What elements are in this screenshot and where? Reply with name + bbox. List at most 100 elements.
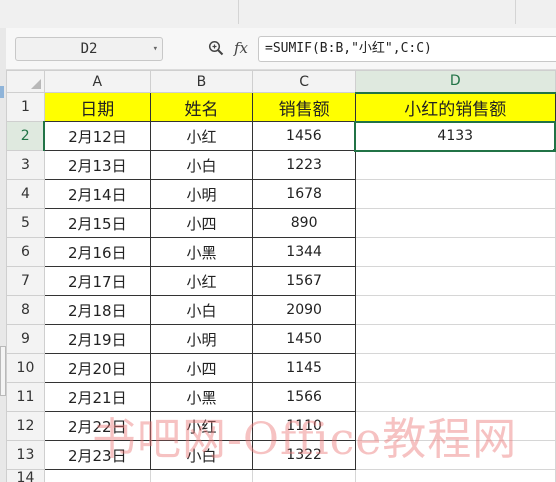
- date-cell[interactable]: 2月21日: [43, 382, 151, 412]
- window-edge-marker: [0, 86, 4, 98]
- sales-cell[interactable]: 1322: [252, 440, 356, 470]
- result-cell[interactable]: 4133: [354, 120, 556, 152]
- header-cell-name[interactable]: 姓名: [149, 92, 254, 122]
- sales-cell[interactable]: 1450: [252, 324, 356, 354]
- table-row: 9 2月19日 小明 1450: [6, 324, 556, 354]
- spreadsheet-grid: A B C D 1 日期 姓名 销售额 小红的销售额 2 2月12日 小红 14…: [6, 70, 556, 482]
- column-header-row: A B C D: [6, 70, 556, 94]
- name-box[interactable]: D2 ▾: [15, 37, 163, 61]
- row-header[interactable]: 12: [6, 411, 45, 441]
- sales-cell[interactable]: 1678: [252, 179, 356, 209]
- row-header[interactable]: 8: [6, 295, 45, 325]
- name-box-value: D2: [80, 41, 98, 57]
- sales-cell[interactable]: 890: [252, 208, 356, 238]
- table-row: 2 2月12日 小红 1456 4133: [6, 120, 556, 152]
- sales-cell[interactable]: 1567: [252, 266, 356, 296]
- table-row: 4 2月14日 小明 1678: [6, 179, 556, 209]
- empty-cell[interactable]: [354, 150, 556, 180]
- sales-cell[interactable]: 1344: [252, 237, 356, 267]
- row-header[interactable]: 3: [6, 150, 45, 180]
- sales-cell[interactable]: 2090: [252, 295, 356, 325]
- date-cell[interactable]: 2月15日: [43, 208, 151, 238]
- row-header[interactable]: 1: [6, 92, 45, 122]
- date-cell[interactable]: 2月16日: [43, 237, 151, 267]
- header-cell-date[interactable]: 日期: [43, 92, 151, 122]
- sales-cell[interactable]: 1456: [252, 121, 356, 151]
- name-cell[interactable]: 小白: [149, 295, 254, 325]
- name-cell[interactable]: 小红: [149, 411, 254, 441]
- table-row: 1 日期 姓名 销售额 小红的销售额: [6, 92, 556, 122]
- date-cell[interactable]: 2月23日: [43, 440, 151, 470]
- table-row: 6 2月16日 小黑 1344: [6, 237, 556, 267]
- empty-cell[interactable]: [354, 266, 556, 296]
- column-header-d[interactable]: D: [354, 70, 556, 94]
- fill-handle[interactable]: [552, 147, 554, 149]
- sales-cell[interactable]: 1566: [252, 382, 356, 412]
- row-header[interactable]: 2: [6, 121, 46, 151]
- empty-cell[interactable]: [354, 208, 556, 238]
- empty-cell[interactable]: [354, 382, 556, 412]
- name-cell[interactable]: 小白: [149, 440, 254, 470]
- empty-cell[interactable]: [354, 179, 556, 209]
- row-header[interactable]: 14: [6, 469, 45, 482]
- name-cell[interactable]: 小红: [149, 266, 254, 296]
- name-cell[interactable]: 小明: [149, 324, 254, 354]
- header-cell-result[interactable]: 小红的销售额: [354, 92, 556, 122]
- empty-cell[interactable]: [354, 324, 556, 354]
- row-header[interactable]: 6: [6, 237, 45, 267]
- column-header-c[interactable]: C: [252, 70, 356, 93]
- empty-cell[interactable]: [354, 440, 556, 470]
- header-cell-sales[interactable]: 销售额: [252, 92, 356, 122]
- toolbar-divider: [238, 0, 239, 24]
- sales-cell[interactable]: 1110: [252, 411, 356, 441]
- date-cell[interactable]: 2月19日: [43, 324, 151, 354]
- name-cell[interactable]: 小黑: [149, 237, 254, 267]
- empty-cell[interactable]: [354, 469, 556, 482]
- date-cell[interactable]: 2月17日: [43, 266, 151, 296]
- row-header[interactable]: 5: [6, 208, 45, 238]
- empty-cell[interactable]: [354, 411, 556, 441]
- name-cell[interactable]: 小白: [149, 150, 254, 180]
- empty-cell[interactable]: [43, 469, 151, 482]
- sales-cell[interactable]: 1145: [252, 353, 356, 383]
- date-cell[interactable]: 2月14日: [43, 179, 151, 209]
- row-header[interactable]: 9: [6, 324, 45, 354]
- date-cell[interactable]: 2月12日: [43, 121, 151, 151]
- date-cell[interactable]: 2月20日: [43, 353, 151, 383]
- name-cell[interactable]: 小明: [149, 179, 254, 209]
- zoom-icon[interactable]: [208, 40, 224, 56]
- row-header[interactable]: 10: [6, 353, 45, 383]
- table-row: 11 2月21日 小黑 1566: [6, 382, 556, 412]
- select-all-corner[interactable]: [6, 70, 45, 93]
- column-header-a[interactable]: A: [43, 70, 151, 93]
- date-cell[interactable]: 2月22日: [43, 411, 151, 441]
- table-row: 14: [6, 469, 556, 482]
- table-row: 3 2月13日 小白 1223: [6, 150, 556, 180]
- name-cell[interactable]: 小四: [149, 208, 254, 238]
- row-header[interactable]: 4: [6, 179, 45, 209]
- name-cell[interactable]: 小红: [149, 121, 254, 151]
- table-row: 10 2月20日 小四 1145: [6, 353, 556, 383]
- empty-cell[interactable]: [149, 469, 254, 482]
- empty-cell[interactable]: [354, 295, 556, 325]
- name-cell[interactable]: 小四: [149, 353, 254, 383]
- empty-cell[interactable]: [354, 353, 556, 383]
- fx-icon[interactable]: fx: [234, 37, 248, 59]
- row-header[interactable]: 11: [6, 382, 45, 412]
- top-toolbar-strip: [0, 0, 556, 28]
- column-header-b[interactable]: B: [149, 70, 254, 93]
- name-cell[interactable]: 小黑: [149, 382, 254, 412]
- toolbar-divider: [515, 0, 516, 24]
- row-header[interactable]: 7: [6, 266, 45, 296]
- table-row: 8 2月18日 小白 2090: [6, 295, 556, 325]
- date-cell[interactable]: 2月13日: [43, 150, 151, 180]
- row-header[interactable]: 13: [6, 440, 45, 470]
- formula-input[interactable]: =SUMIF(B:B,"小红",C:C): [258, 36, 556, 62]
- chevron-down-icon[interactable]: ▾: [153, 38, 158, 60]
- empty-cell[interactable]: [354, 237, 556, 267]
- empty-cell[interactable]: [252, 469, 356, 482]
- date-cell[interactable]: 2月18日: [43, 295, 151, 325]
- sales-cell[interactable]: 1223: [252, 150, 356, 180]
- table-row: 5 2月15日 小四 890: [6, 208, 556, 238]
- formula-bar: D2 ▾ fx =SUMIF(B:B,"小红",C:C): [6, 28, 556, 70]
